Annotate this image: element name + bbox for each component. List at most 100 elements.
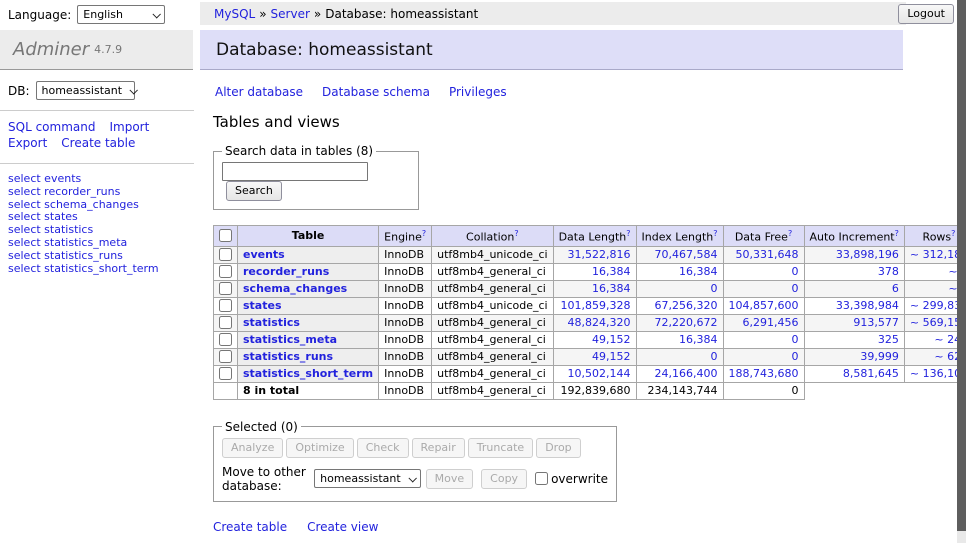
data-length-link[interactable]: 31,522,816: [568, 248, 631, 261]
data-free-link[interactable]: 6,291,456: [743, 316, 799, 329]
auto-increment-link[interactable]: 39,999: [860, 350, 899, 363]
auto-increment-link[interactable]: 378: [878, 265, 899, 278]
overwrite-label: overwrite: [551, 472, 608, 486]
column-help-link[interactable]: ?: [788, 229, 792, 238]
column-help-link[interactable]: ?: [514, 229, 518, 238]
link-create-view[interactable]: Create view: [307, 520, 378, 534]
sidebar-link-export[interactable]: Export: [8, 136, 47, 150]
row-checkbox-cell: [214, 246, 238, 263]
row-checkbox[interactable]: [219, 265, 232, 278]
table-name-link[interactable]: statistics_runs: [243, 350, 333, 363]
row-checkbox[interactable]: [219, 350, 232, 363]
table-name-link[interactable]: recorder_runs: [243, 265, 329, 278]
row-checkbox[interactable]: [219, 333, 232, 346]
table-name-cell: schema_changes: [238, 280, 379, 297]
data-length-link[interactable]: 101,859,328: [561, 299, 631, 312]
auto-increment-link[interactable]: 6: [892, 282, 899, 295]
link-create-table[interactable]: Create table: [213, 520, 287, 534]
row-checkbox[interactable]: [219, 367, 232, 380]
sidebar-select-link[interactable]: select statistics_runs: [8, 250, 186, 263]
nav-link-alter-database[interactable]: Alter database: [215, 85, 303, 99]
index-length-link[interactable]: 70,467,584: [655, 248, 718, 261]
check-button[interactable]: Check: [357, 438, 409, 458]
optimize-button[interactable]: Optimize: [286, 438, 353, 458]
breadcrumb-link[interactable]: Server: [271, 7, 310, 21]
overwrite-checkbox[interactable]: [535, 472, 548, 485]
data-free-link[interactable]: 50,331,648: [736, 248, 799, 261]
sidebar-select-link[interactable]: select events: [8, 173, 186, 186]
data-length-link[interactable]: 48,824,320: [568, 316, 631, 329]
column-help-link[interactable]: ?: [713, 229, 717, 238]
data-free-link[interactable]: 104,857,600: [729, 299, 799, 312]
move-button[interactable]: Move: [426, 469, 474, 489]
auto-increment-link[interactable]: 913,577: [853, 316, 899, 329]
data-free-link[interactable]: 0: [792, 282, 799, 295]
auto-increment-link[interactable]: 33,898,196: [836, 248, 899, 261]
data-free-link[interactable]: 0: [792, 265, 799, 278]
sidebar-link-create-table[interactable]: Create table: [61, 136, 135, 150]
index-length-link[interactable]: 67,256,320: [655, 299, 718, 312]
sidebar-link-import[interactable]: Import: [109, 120, 149, 134]
data-length-link[interactable]: 10,502,144: [568, 367, 631, 380]
column-help-link[interactable]: ?: [895, 229, 899, 238]
copy-button[interactable]: Copy: [481, 469, 527, 489]
analyze-button[interactable]: Analyze: [222, 438, 283, 458]
row-checkbox[interactable]: [219, 248, 232, 261]
index-length-link[interactable]: 16,384: [679, 265, 718, 278]
drop-button[interactable]: Drop: [536, 438, 580, 458]
selected-legend: Selected (0): [222, 420, 301, 434]
index-length-link[interactable]: 0: [711, 350, 718, 363]
table-name-link[interactable]: statistics_short_term: [243, 367, 373, 380]
sidebar-select-link[interactable]: select statistics_short_term: [8, 263, 186, 276]
index-length-link[interactable]: 72,220,672: [655, 316, 718, 329]
column-help-link[interactable]: ?: [951, 229, 955, 238]
table-name-link[interactable]: events: [243, 248, 285, 261]
data-length-link[interactable]: 49,152: [592, 333, 631, 346]
data-free-cell: 50,331,648: [723, 246, 804, 263]
row-checkbox-cell: [214, 263, 238, 280]
db-select[interactable]: homeassistant: [36, 81, 135, 100]
data-free-link[interactable]: 0: [792, 333, 799, 346]
engine-cell: InnoDB: [379, 263, 432, 280]
table-name-link[interactable]: schema_changes: [243, 282, 347, 295]
data-free-link[interactable]: 0: [792, 350, 799, 363]
table-name-link[interactable]: states: [243, 299, 282, 312]
move-db-select[interactable]: homeassistant: [314, 469, 421, 488]
column-help-link[interactable]: ?: [626, 229, 630, 238]
table-name-cell: recorder_runs: [238, 263, 379, 280]
language-select[interactable]: English: [77, 5, 165, 24]
sidebar-table-links: select eventsselect recorder_runsselect …: [0, 164, 194, 275]
nav-link-database-schema[interactable]: Database schema: [322, 85, 430, 99]
search-input[interactable]: [222, 162, 368, 181]
breadcrumb-separator: »: [314, 7, 321, 21]
sidebar-link-sql-command[interactable]: SQL command: [8, 120, 95, 134]
table-name-link[interactable]: statistics_meta: [243, 333, 337, 346]
row-checkbox[interactable]: [219, 299, 232, 312]
auto-increment-link[interactable]: 325: [878, 333, 899, 346]
index-length-link[interactable]: 0: [711, 282, 718, 295]
sidebar-select-link[interactable]: select recorder_runs: [8, 186, 186, 199]
breadcrumb-link[interactable]: MySQL: [214, 7, 255, 21]
index-length-link[interactable]: 24,166,400: [655, 367, 718, 380]
data-length-link[interactable]: 49,152: [592, 350, 631, 363]
column-help-link[interactable]: ?: [422, 229, 426, 238]
select-all-checkbox[interactable]: [219, 229, 232, 242]
scrollbar-thumb[interactable]: [957, 0, 966, 531]
logout-button[interactable]: Logout: [898, 4, 954, 24]
sidebar: DB: homeassistant SQL commandImportExpor…: [0, 70, 194, 275]
data-free-link[interactable]: 188,743,680: [729, 367, 799, 380]
index-length-link[interactable]: 16,384: [679, 333, 718, 346]
table-name-link[interactable]: statistics: [243, 316, 300, 329]
auto-increment-link[interactable]: 33,398,984: [836, 299, 899, 312]
sidebar-select-link[interactable]: select statistics_meta: [8, 237, 186, 250]
data-length-link[interactable]: 16,384: [592, 282, 631, 295]
search-button[interactable]: Search: [226, 181, 282, 201]
data-length-cell: 49,152: [553, 331, 636, 348]
row-checkbox[interactable]: [219, 316, 232, 329]
data-length-link[interactable]: 16,384: [592, 265, 631, 278]
truncate-button[interactable]: Truncate: [468, 438, 533, 458]
row-checkbox[interactable]: [219, 282, 232, 295]
repair-button[interactable]: Repair: [412, 438, 465, 458]
auto-increment-link[interactable]: 8,581,645: [843, 367, 899, 380]
nav-link-privileges[interactable]: Privileges: [449, 85, 507, 99]
